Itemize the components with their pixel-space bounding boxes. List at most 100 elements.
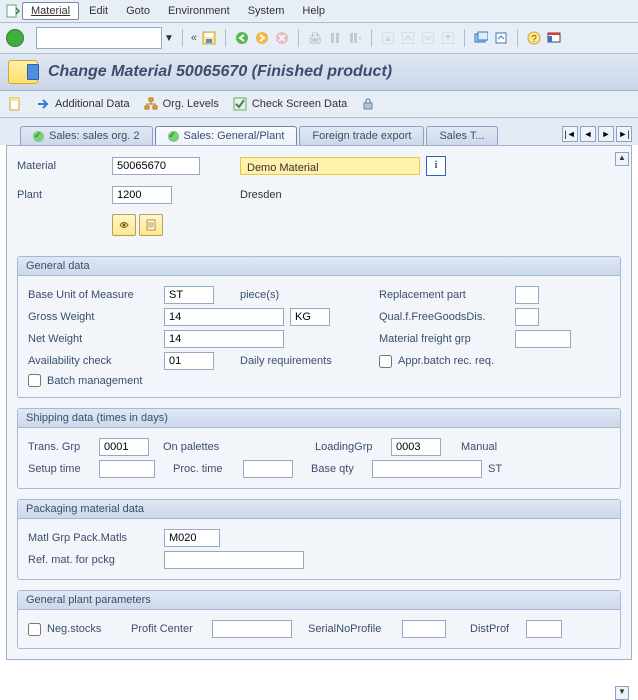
exit-icon[interactable] [254, 30, 270, 46]
document-button[interactable] [139, 214, 163, 236]
proc-time-field[interactable] [243, 460, 293, 478]
additional-data-button[interactable]: Additional Data [36, 97, 130, 111]
loading-grp-field[interactable] [391, 438, 441, 456]
appr-batch-checkbox[interactable] [379, 355, 392, 368]
org-levels-button[interactable]: Org. Levels [144, 97, 219, 111]
trans-grp-text: On palettes [163, 441, 253, 453]
back-icon[interactable]: « [191, 32, 197, 44]
tab-first-icon[interactable]: |◄ [562, 126, 578, 142]
replacement-label: Replacement part [379, 289, 509, 301]
command-field[interactable] [36, 27, 162, 49]
group-shipping-data: Shipping data (times in days) Trans. Grp… [17, 408, 621, 489]
menu-doc-icon[interactable] [6, 4, 20, 18]
uom-field[interactable] [164, 286, 214, 304]
appr-batch-label: Appr.batch rec. req. [398, 355, 494, 367]
info-icon[interactable]: i [426, 156, 446, 176]
neg-stocks-checkbox[interactable] [28, 623, 41, 636]
additional-data-label: Additional Data [55, 98, 130, 110]
freight-field[interactable] [515, 330, 571, 348]
gross-weight-field[interactable] [164, 308, 284, 326]
tab-next-icon[interactable]: ► [598, 126, 614, 142]
find-next-icon [347, 30, 363, 46]
command-dropdown-icon[interactable]: ▼ [164, 33, 174, 44]
print-icon: 🖨 [307, 30, 323, 46]
shortcut-icon[interactable] [493, 30, 509, 46]
batch-mgmt-checkbox[interactable] [28, 374, 41, 387]
menu-system[interactable]: System [240, 3, 293, 19]
content-scrollbar[interactable]: ▲▼ [615, 152, 629, 700]
menu-material[interactable]: Material [22, 2, 79, 20]
replacement-field[interactable] [515, 286, 539, 304]
plant-desc: Dresden [240, 189, 282, 201]
cancel-icon [274, 30, 290, 46]
tab-foreign-trade-export[interactable]: Foreign trade export [299, 126, 424, 145]
scroll-down-icon[interactable]: ▼ [615, 686, 629, 700]
new-session-icon[interactable] [473, 30, 489, 46]
menu-help[interactable]: Help [294, 3, 333, 19]
ref-mat-label: Ref. mat. for pckg [28, 554, 158, 566]
page-toolbar: Additional Data Org. Levels Check Screen… [0, 91, 638, 118]
tab-sales-general-plant[interactable]: Sales: General/Plant [155, 126, 298, 145]
base-qty-field[interactable] [372, 460, 482, 478]
tab-nav: |◄ ◄ ► ►| [562, 126, 632, 145]
tab-prev-icon[interactable]: ◄ [580, 126, 596, 142]
material-desc-field[interactable]: Demo Material [240, 157, 420, 175]
material-field[interactable] [112, 157, 200, 175]
arrow-right-icon [36, 97, 50, 111]
other-material-button[interactable] [8, 97, 22, 111]
material-label: Material [17, 160, 112, 172]
setup-time-field[interactable] [99, 460, 155, 478]
first-page-icon [380, 30, 396, 46]
plant-field[interactable] [112, 186, 172, 204]
weight-unit-field[interactable] [290, 308, 330, 326]
enter-icon[interactable] [6, 29, 24, 47]
profit-center-label: Profit Center [131, 623, 206, 635]
menu-goto[interactable]: Goto [118, 3, 158, 19]
matl-grp-field[interactable] [164, 529, 220, 547]
back-green-icon[interactable] [234, 30, 250, 46]
menu-edit[interactable]: Edit [81, 3, 116, 19]
profit-center-field[interactable] [212, 620, 292, 638]
avail-check-label: Availability check [28, 355, 158, 367]
tab-sales-text[interactable]: Sales T... [426, 126, 497, 145]
lock-button[interactable] [361, 97, 375, 111]
net-weight-field[interactable] [164, 330, 284, 348]
avail-check-field[interactable] [164, 352, 214, 370]
matl-grp-label: Matl Grp Pack.Matls [28, 532, 158, 544]
group-title: General plant parameters [18, 591, 620, 610]
net-weight-label: Net Weight [28, 333, 158, 345]
save-icon[interactable] [201, 30, 217, 46]
tab-sales-org-2[interactable]: Sales: sales org. 2 [20, 126, 153, 145]
menu-environment[interactable]: Environment [160, 3, 238, 19]
setup-time-label: Setup time [28, 463, 93, 475]
check-screen-button[interactable]: Check Screen Data [233, 97, 347, 111]
org-levels-label: Org. Levels [163, 98, 219, 110]
help-icon[interactable]: ? [526, 30, 542, 46]
base-qty-label: Base qty [311, 463, 366, 475]
tab-label: Sales: General/Plant [184, 130, 285, 142]
check-icon [168, 131, 179, 142]
menu-bar: Material Edit Goto Environment System He… [0, 0, 638, 23]
ref-mat-field[interactable] [164, 551, 304, 569]
next-page-icon [420, 30, 436, 46]
scroll-up-icon[interactable]: ▲ [615, 152, 629, 166]
proc-time-label: Proc. time [173, 463, 237, 475]
display-change-button[interactable] [112, 214, 136, 236]
trans-grp-field[interactable] [99, 438, 149, 456]
qual-field[interactable] [515, 308, 539, 326]
document-icon [8, 97, 22, 111]
serial-profile-field[interactable] [402, 620, 446, 638]
dist-prof-label: DistProf [470, 623, 520, 635]
check-icon [33, 131, 44, 142]
group-packaging: Packaging material data Matl Grp Pack.Ma… [17, 499, 621, 580]
check-screen-label: Check Screen Data [252, 98, 347, 110]
svg-text:?: ? [531, 34, 537, 45]
group-plant-params: General plant parameters Neg.stocks Prof… [17, 590, 621, 649]
trans-grp-label: Trans. Grp [28, 441, 93, 453]
dist-prof-field[interactable] [526, 620, 562, 638]
check-green-icon [233, 97, 247, 111]
tab-last-icon[interactable]: ►| [616, 126, 632, 142]
layout-icon[interactable] [546, 30, 562, 46]
avail-check-text: Daily requirements [240, 355, 332, 367]
group-general-data: General data Base Unit of Measure piece(… [17, 256, 621, 398]
